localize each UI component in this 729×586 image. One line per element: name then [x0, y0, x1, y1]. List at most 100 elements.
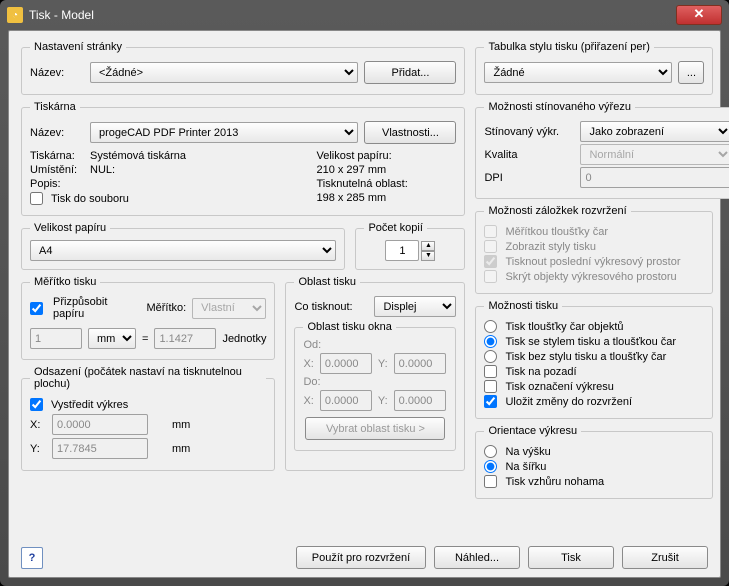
select-scale-unit[interactable]: mm: [88, 328, 136, 349]
label-units: Jednotky: [222, 333, 266, 345]
style-table-more-button[interactable]: ...: [678, 61, 704, 84]
select-paper-size[interactable]: A4: [30, 240, 336, 261]
checkbox-print-to-file[interactable]: [30, 192, 43, 205]
spin-up-icon[interactable]: ▲: [421, 241, 435, 251]
label-quality: Kvalita: [484, 149, 574, 161]
group-plot-area: Oblast tisku Co tisknout: Displej Oblast…: [285, 276, 465, 471]
value-paper-size: 210 x 297 mm: [316, 164, 386, 176]
group-printer: Tiskárna Název: progeCAD PDF Printer 201…: [21, 101, 465, 216]
legend-printer: Tiskárna: [30, 101, 80, 113]
group-scale: Měřítko tisku Přizpůsobit papíru Měřítko…: [21, 276, 275, 360]
label-from: Od:: [303, 339, 447, 351]
radio-with-style[interactable]: [484, 335, 497, 348]
input-copies[interactable]: [385, 240, 419, 261]
cancel-button[interactable]: Zrušit: [622, 546, 708, 569]
window-title: Tisk - Model: [29, 8, 94, 22]
legend-page-setup: Nastavení stránky: [30, 41, 126, 53]
group-paper-size: Velikost papíru A4: [21, 222, 345, 270]
checkbox-fit-paper[interactable]: [30, 302, 43, 315]
label-printer-name: Název:: [30, 127, 84, 139]
group-page-setup: Nastavení stránky Název: <Žádné> Přidat.…: [21, 41, 465, 95]
footer: ? Použít pro rozvržení Náhled... Tisk Zr…: [21, 546, 708, 569]
label-shadeplot: Stínovaný výkr.: [484, 126, 574, 138]
apply-layout-button[interactable]: Použít pro rozvržení: [296, 546, 426, 569]
select-printer[interactable]: progeCAD PDF Printer 2013: [90, 122, 358, 143]
label-desc: Popis:: [30, 178, 84, 190]
input-x1: [320, 353, 372, 374]
label-dpi: DPI: [484, 172, 574, 184]
radio-landscape[interactable]: [484, 460, 497, 473]
legend-style-table: Tabulka stylu tisku (přiřazení per): [484, 41, 653, 53]
radio-lw-objects[interactable]: [484, 320, 497, 333]
copies-spinner[interactable]: ▲▼: [421, 241, 435, 261]
select-what-print[interactable]: Displej: [374, 296, 456, 317]
label-location: Umístění:: [30, 164, 84, 176]
value-location: NUL:: [90, 164, 115, 176]
input-y2: [394, 390, 446, 411]
label-y1: Y:: [378, 358, 388, 370]
label-offset-unit-y: mm: [172, 443, 190, 455]
legend-scale: Měřítko tisku: [30, 276, 100, 288]
group-style-table: Tabulka stylu tisku (přiřazení per) Žádn…: [475, 41, 713, 95]
group-shaded: Možnosti stínovaného výřezu Stínovaný vý…: [475, 101, 729, 199]
legend-offset: Odsazení (počátek nastaví na tisknutelno…: [30, 366, 266, 390]
legend-copies: Počet kopií: [364, 222, 426, 234]
checkbox-save-changes[interactable]: [484, 395, 497, 408]
spin-down-icon[interactable]: ▼: [421, 251, 435, 261]
input-y1: [394, 353, 446, 374]
label-offset-x: X:: [30, 419, 46, 431]
value-printer: Systémová tiskárna: [90, 150, 186, 162]
checkbox-center[interactable]: [30, 398, 43, 411]
input-offset-y: [52, 438, 148, 459]
label-offset-y: Y:: [30, 443, 46, 455]
group-tab-options: Možnosti záložkek rozvržení Měřítkou tlo…: [475, 205, 713, 294]
label-y2: Y:: [378, 395, 388, 407]
add-page-button[interactable]: Přidat...: [364, 61, 456, 84]
value-printable-area: 198 x 285 mm: [316, 192, 386, 204]
input-dpi: [580, 167, 729, 188]
input-offset-x: [52, 414, 148, 435]
label-center: Vystředit výkres: [51, 399, 128, 411]
titlebar[interactable]: ◔ Tisk - Model ✕: [1, 1, 728, 29]
legend-tab-options: Možnosti záložkek rozvržení: [484, 205, 630, 217]
printer-properties-button[interactable]: Vlastnosti...: [364, 121, 456, 144]
label-page-name: Název:: [30, 67, 84, 79]
input-scale-left: [30, 328, 82, 349]
checkbox-show-styles: [484, 240, 497, 253]
label-fit-paper: Přizpůsobit papíru: [53, 296, 134, 320]
app-icon: ◔: [7, 7, 23, 23]
select-scale: Vlastní: [192, 298, 266, 319]
select-shadeplot[interactable]: Jako zobrazení: [580, 121, 729, 142]
label-paper-size: Velikost papíru:: [316, 150, 391, 162]
radio-portrait[interactable]: [484, 445, 497, 458]
legend-orientation: Orientace výkresu: [484, 425, 581, 437]
close-button[interactable]: ✕: [676, 5, 722, 25]
group-copies: Počet kopií ▲▼: [355, 222, 465, 270]
group-plot-options: Možnosti tisku Tisk tloušťky čar objektů…: [475, 300, 713, 419]
group-orientation: Orientace výkresu Na výšku Na šířku Tisk…: [475, 425, 713, 499]
label-scale: Měřítko:: [146, 302, 186, 314]
label-x2: X:: [303, 395, 313, 407]
group-window-area: Oblast tisku okna Od: X: Y: Do: X:: [294, 321, 456, 451]
checkbox-stamp[interactable]: [484, 380, 497, 393]
input-x2: [320, 390, 372, 411]
label-offset-unit-x: mm: [172, 419, 190, 431]
label-printable-area: Tisknutelná oblast:: [316, 178, 407, 190]
label-x1: X:: [303, 358, 313, 370]
checkbox-background[interactable]: [484, 365, 497, 378]
select-page-name[interactable]: <Žádné>: [90, 62, 358, 83]
label-to: Do:: [303, 376, 447, 388]
select-style-table[interactable]: Žádné: [484, 62, 672, 83]
label-printer: Tiskárna:: [30, 150, 84, 162]
preview-button[interactable]: Náhled...: [434, 546, 520, 569]
legend-plot-options: Možnosti tisku: [484, 300, 562, 312]
label-what-print: Co tisknout:: [294, 301, 352, 313]
print-button[interactable]: Tisk: [528, 546, 614, 569]
dialog-body: Nastavení stránky Název: <Žádné> Přidat.…: [8, 30, 721, 578]
checkbox-lw-scale: [484, 225, 497, 238]
select-quality: Normální: [580, 144, 729, 165]
radio-without-style[interactable]: [484, 350, 497, 363]
checkbox-upside-down[interactable]: [484, 475, 497, 488]
legend-window-area: Oblast tisku okna: [303, 321, 395, 333]
help-button[interactable]: ?: [21, 547, 43, 569]
